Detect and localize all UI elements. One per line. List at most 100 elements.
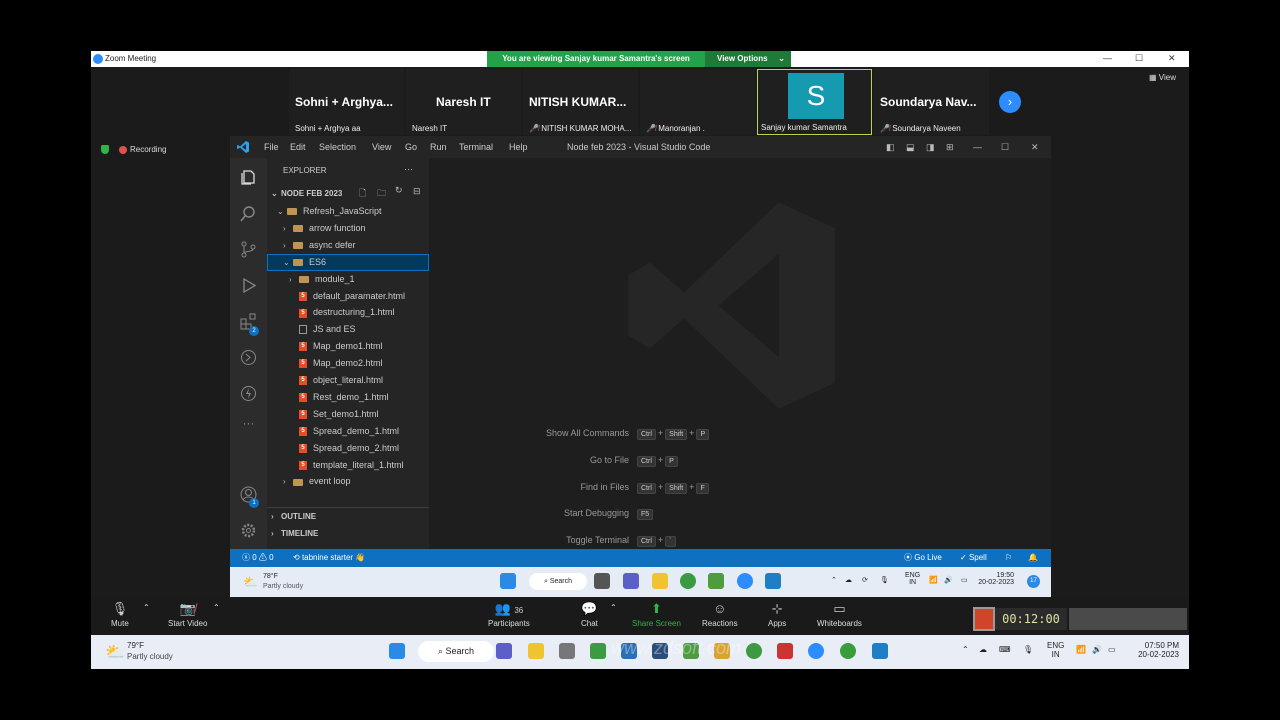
close-icon[interactable]: ✕ — [1168, 53, 1176, 64]
chrome-icon[interactable] — [746, 643, 762, 659]
whiteboards-button[interactable]: ▭ Whiteboards — [817, 601, 862, 628]
recording-indicator[interactable]: Recording — [101, 145, 166, 155]
maximize-icon[interactable]: ☐ — [1001, 142, 1009, 153]
project-header[interactable]: ⌄ NODE FEB 2023 — [271, 185, 342, 202]
chat-button[interactable]: 💬 Chat — [581, 601, 598, 628]
recorder-controls[interactable] — [1069, 608, 1187, 630]
zoom-taskbar-icon[interactable] — [737, 573, 753, 589]
file-item[interactable]: JS and ES — [267, 321, 429, 338]
app-icon[interactable] — [840, 643, 856, 659]
source-control-icon[interactable] — [239, 240, 258, 259]
menu-terminal[interactable]: Terminal — [459, 142, 493, 152]
chevron-up-icon[interactable]: ⌃ — [143, 603, 150, 612]
app-icon[interactable] — [590, 643, 606, 659]
toggle-sidebar-icon[interactable]: ◧ — [886, 142, 895, 153]
menu-go[interactable]: Go — [405, 142, 417, 152]
file-explorer-icon[interactable] — [528, 643, 544, 659]
feedback-icon[interactable]: ⚐ — [1005, 549, 1012, 567]
file-item[interactable]: 5 Spread_demo_2.html — [267, 440, 429, 457]
new-file-icon[interactable]: 🗋 — [359, 186, 366, 202]
app-icon[interactable] — [559, 643, 575, 659]
spell-button[interactable]: ✓ Spell — [960, 549, 987, 567]
participant-tile[interactable]: Soundarya Nav... 🎤̸ Soundarya Naveen — [874, 69, 989, 135]
settings-gear-icon[interactable] — [239, 521, 258, 540]
view-options-button[interactable]: View Options ⌄ — [705, 51, 791, 67]
battery-icon[interactable]: ▭ — [961, 576, 968, 584]
file-item[interactable]: 5 Map_demo2.html — [267, 355, 429, 372]
file-item[interactable]: 5 object_literal.html — [267, 372, 429, 389]
participants-button[interactable]: 👥 36 Participants — [488, 601, 530, 628]
onedrive-icon[interactable]: ☁ — [845, 576, 852, 584]
taskbar-clock[interactable]: 19:50 20-02-2023 — [976, 572, 1014, 586]
chrome-icon[interactable] — [680, 573, 696, 589]
view-button[interactable]: ▦ View — [1149, 73, 1176, 82]
folder-item[interactable]: › module_1 — [267, 271, 429, 288]
participant-tile[interactable]: NITISH KUMAR... 🎤̸ NITISH KUMAR MOHA... — [523, 69, 638, 135]
go-live-button[interactable]: ⦿ Go Live — [904, 549, 942, 567]
microphone-icon[interactable]: 🎙 — [880, 576, 889, 584]
tabnine-status[interactable]: ⟲ tabnine starter 👋 — [293, 549, 365, 567]
teams-chat-icon[interactable] — [496, 643, 512, 659]
chevron-up-icon[interactable]: ⌃ — [213, 603, 220, 612]
weather-desc[interactable]: Partly cloudy — [263, 583, 303, 590]
lightning-icon[interactable] — [239, 384, 258, 403]
file-item[interactable]: 5 Spread_demo_1.html — [267, 423, 429, 440]
run-debug-icon[interactable] — [239, 276, 258, 295]
sync-icon[interactable]: ⟳ — [862, 576, 868, 584]
problems-status[interactable]: ⓧ 0 ⚠ 0 — [242, 549, 274, 567]
refresh-icon[interactable]: ↻ — [395, 185, 403, 196]
microphone-icon[interactable]: 🎙 — [1023, 645, 1033, 654]
share-screen-button[interactable]: ⬆ Share Screen — [632, 601, 681, 628]
remote-explorer-icon[interactable] — [239, 348, 258, 367]
menu-help[interactable]: Help — [509, 142, 528, 152]
task-view-icon[interactable] — [594, 573, 610, 589]
wifi-icon[interactable]: 📶 — [1076, 645, 1086, 654]
start-video-button[interactable]: 📷̸ Start Video — [168, 601, 207, 628]
participant-tile[interactable]: 🎤̸ Manoranjan . — [640, 69, 755, 135]
file-item[interactable]: 5 destructuring_1.html — [267, 304, 429, 321]
file-item[interactable]: 5 template_literal_1.html — [267, 457, 429, 474]
new-folder-icon[interactable]: 🗀 — [377, 186, 386, 202]
vscode-taskbar-icon[interactable] — [872, 643, 888, 659]
wifi-icon[interactable]: 📶 — [929, 576, 938, 584]
collapse-all-icon[interactable]: ⊟ — [413, 186, 421, 197]
menu-selection[interactable]: Selection — [319, 142, 356, 152]
maximize-icon[interactable]: ☐ — [1135, 53, 1143, 64]
battery-icon[interactable]: ▭ — [1108, 645, 1116, 654]
windows-start-icon[interactable] — [389, 643, 405, 659]
menu-run[interactable]: Run — [430, 142, 447, 152]
keyboard-icon[interactable]: ⌨ — [999, 645, 1011, 654]
folder-item[interactable]: ⌄ Refresh_JavaScript — [267, 203, 429, 220]
tray-chevron-up-icon[interactable]: ⌃ — [962, 645, 969, 654]
input-language[interactable]: ENG IN — [905, 572, 920, 586]
pdf-reader-icon[interactable] — [777, 643, 793, 659]
windows-start-icon[interactable] — [500, 573, 516, 589]
notifications-bell-icon[interactable]: 🔔 — [1028, 549, 1038, 567]
volume-icon[interactable]: 🔊 — [1092, 645, 1102, 654]
tray-chevron-up-icon[interactable]: ⌃ — [831, 576, 837, 584]
menu-edit[interactable]: Edit — [290, 142, 306, 152]
apps-button[interactable]: ⊹ Apps — [768, 601, 786, 628]
recorder-stop-icon[interactable] — [973, 607, 995, 631]
onedrive-icon[interactable]: ☁ — [979, 645, 987, 654]
file-explorer-icon[interactable] — [652, 573, 668, 589]
explorer-icon[interactable] — [239, 168, 258, 187]
weather-temp[interactable]: 79°F — [127, 641, 144, 650]
vscode-taskbar-icon[interactable] — [765, 573, 781, 589]
folder-item[interactable]: › async defer — [267, 237, 429, 254]
minimize-icon[interactable]: — — [973, 142, 982, 152]
reactions-button[interactable]: ☺ Reactions — [702, 601, 738, 628]
chevron-up-icon[interactable]: ⌃ — [610, 603, 617, 612]
weather-temp[interactable]: 78°F — [263, 573, 278, 580]
mute-button[interactable]: 🎙 Mute — [111, 601, 129, 628]
file-item[interactable]: 5 Rest_demo_1.html — [267, 389, 429, 406]
input-language[interactable]: ENG IN — [1047, 641, 1064, 659]
menu-file[interactable]: File — [264, 142, 279, 152]
toggle-panel-icon[interactable]: ⬓ — [906, 142, 915, 153]
file-item[interactable]: 5 Set_demo1.html — [267, 406, 429, 423]
weather-desc[interactable]: Partly cloudy — [127, 652, 173, 661]
folder-item[interactable]: › arrow function — [267, 220, 429, 237]
zoom-taskbar-icon[interactable] — [808, 643, 824, 659]
close-icon[interactable]: ✕ — [1031, 142, 1039, 153]
next-participants-arrow-icon[interactable]: › — [999, 91, 1021, 113]
